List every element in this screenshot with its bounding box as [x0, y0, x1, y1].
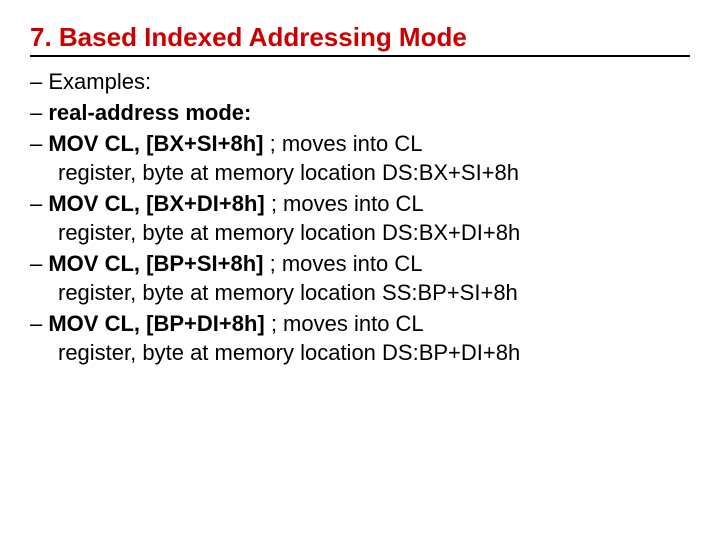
list-item: – MOV CL, [BP+DI+8h] ; moves into CL reg…: [30, 309, 690, 367]
content-area: – Examples: – real-address mode: – MOV C…: [30, 67, 690, 367]
dash-bullet: –: [30, 100, 48, 125]
real-address-mode-label: real-address mode:: [48, 100, 251, 125]
section-heading: 7. Based Indexed Addressing Mode: [30, 22, 690, 57]
mov-code: MOV CL, [BP+SI+8h]: [48, 251, 263, 276]
dash-bullet: –: [30, 251, 48, 276]
mov-comment: ; moves into CL: [265, 311, 424, 336]
dash-bullet: –: [30, 69, 48, 94]
dash-bullet: –: [30, 311, 48, 336]
dash-bullet: –: [30, 131, 48, 156]
mov-code: MOV CL, [BP+DI+8h]: [48, 311, 264, 336]
list-item: – MOV CL, [BX+SI+8h] ; moves into CL reg…: [30, 129, 690, 187]
mov-code: MOV CL, [BX+DI+8h]: [48, 191, 264, 216]
mov-comment: ; moves into CL: [264, 251, 423, 276]
list-item: – real-address mode:: [30, 98, 690, 127]
mov-description: register, byte at memory location DS:BX+…: [30, 158, 690, 187]
list-item: – MOV CL, [BP+SI+8h] ; moves into CL reg…: [30, 249, 690, 307]
dash-bullet: –: [30, 191, 48, 216]
examples-label: Examples:: [48, 69, 151, 94]
list-item: – MOV CL, [BX+DI+8h] ; moves into CL reg…: [30, 189, 690, 247]
mov-code: MOV CL, [BX+SI+8h]: [48, 131, 263, 156]
mov-description: register, byte at memory location SS:BP+…: [30, 278, 690, 307]
mov-comment: ; moves into CL: [264, 131, 423, 156]
mov-comment: ; moves into CL: [265, 191, 424, 216]
mov-description: register, byte at memory location DS:BX+…: [30, 218, 690, 247]
list-item: – Examples:: [30, 67, 690, 96]
mov-description: register, byte at memory location DS:BP+…: [30, 338, 690, 367]
